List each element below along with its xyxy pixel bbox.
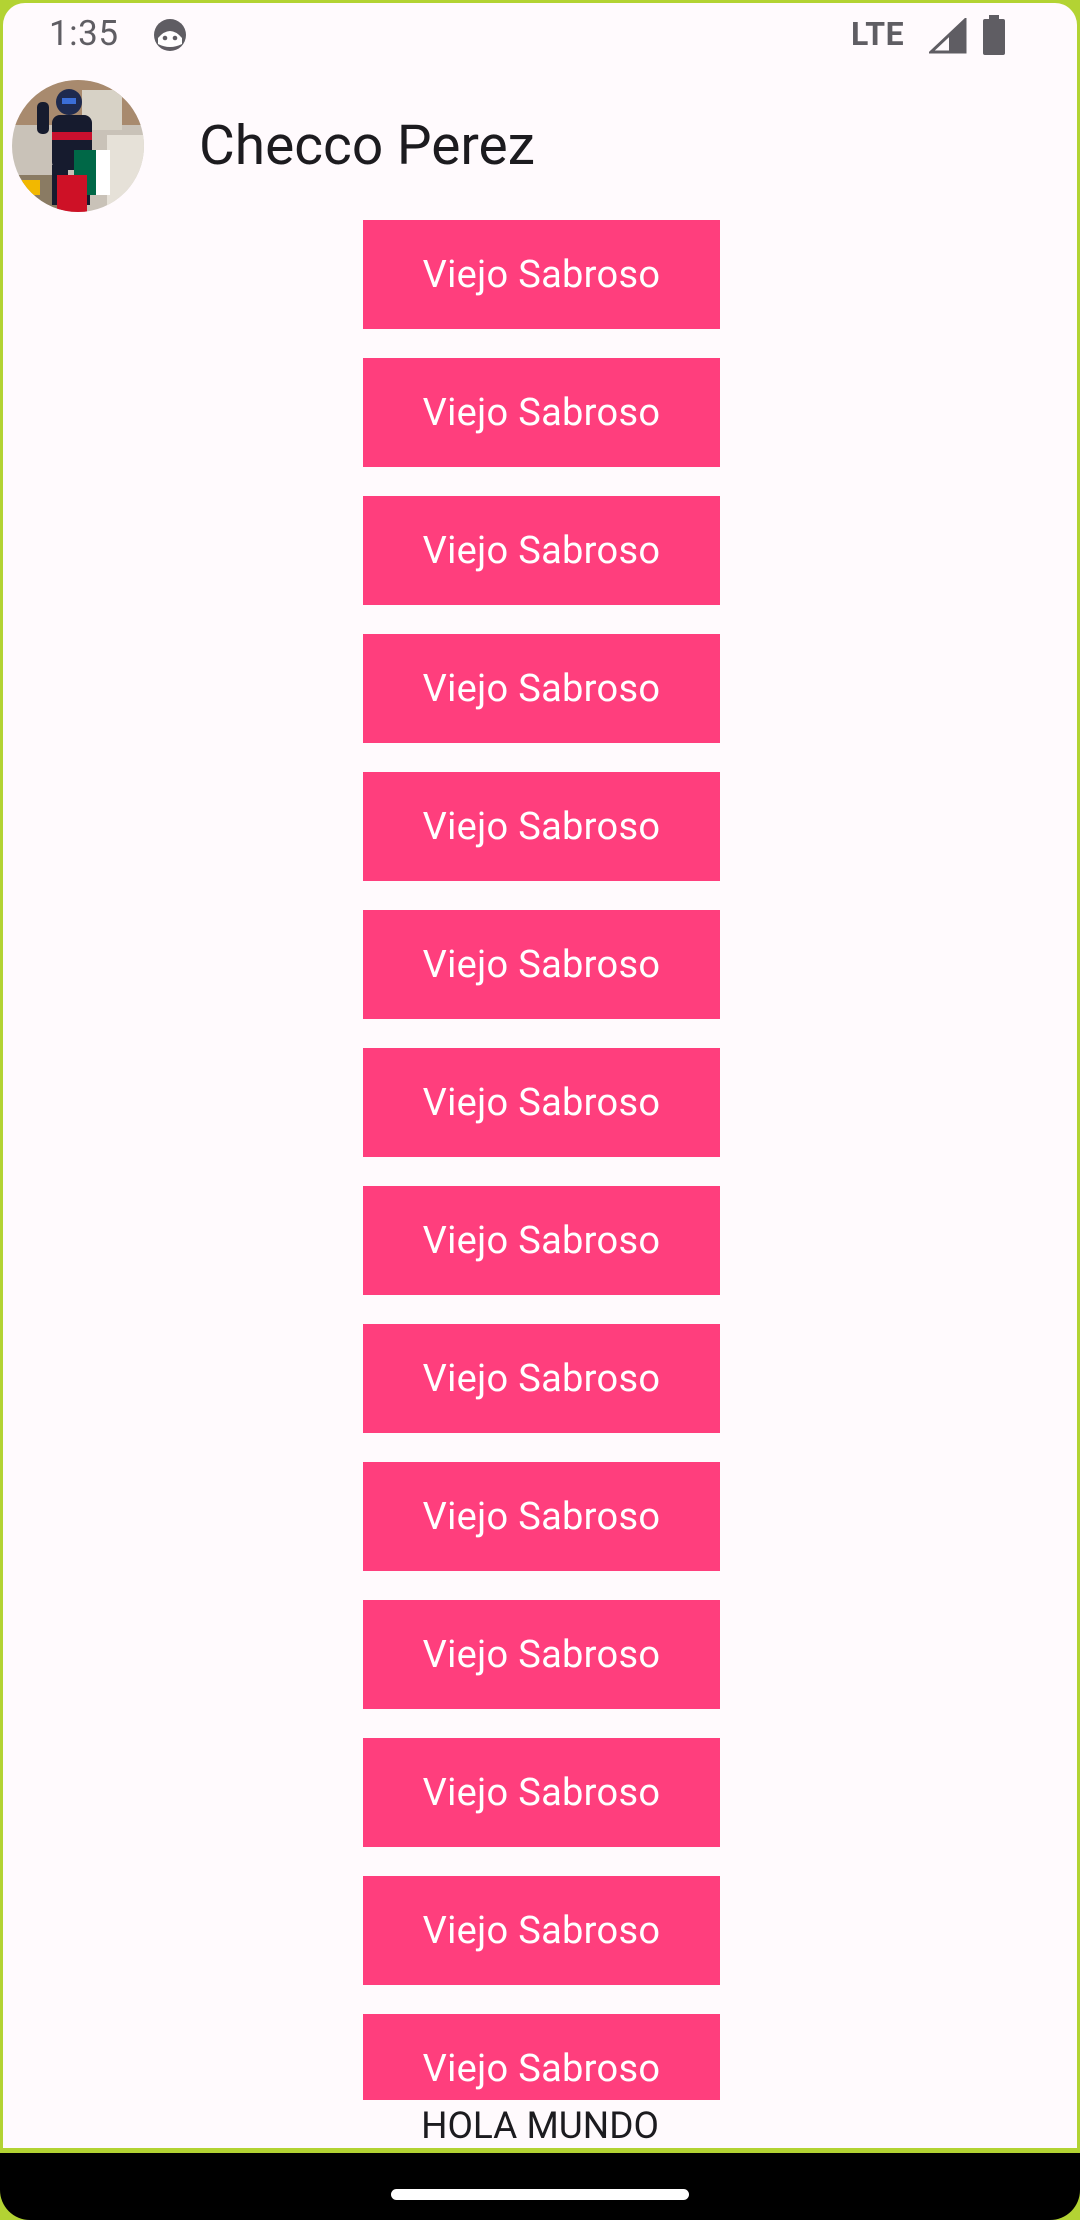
home-gesture-handle[interactable] xyxy=(391,2189,689,2200)
viejo-sabroso-button[interactable]: Viejo Sabroso xyxy=(363,496,720,605)
viejo-sabroso-button[interactable]: Viejo Sabroso xyxy=(363,1738,720,1847)
navigation-bar xyxy=(0,2153,1080,2220)
viejo-sabroso-button[interactable]: Viejo Sabroso xyxy=(363,358,720,467)
viejo-sabroso-button[interactable]: Viejo Sabroso xyxy=(363,1600,720,1709)
viejo-sabroso-button[interactable]: Viejo Sabroso xyxy=(363,1324,720,1433)
viejo-sabroso-button[interactable]: Viejo Sabroso xyxy=(363,910,720,1019)
android-face-icon xyxy=(153,18,187,52)
viejo-sabroso-button[interactable]: Viejo Sabroso xyxy=(363,2014,720,2100)
status-time: 1:35 xyxy=(49,13,119,54)
lte-indicator: LTE xyxy=(851,15,905,53)
viejo-sabroso-button[interactable]: Viejo Sabroso xyxy=(363,772,720,881)
footer-text: HOLA MUNDO xyxy=(421,2105,659,2148)
app-header: Checco Perez xyxy=(3,65,1077,215)
avatar xyxy=(12,80,144,212)
viejo-sabroso-button[interactable]: Viejo Sabroso xyxy=(363,1462,720,1571)
battery-icon xyxy=(982,15,1006,55)
app-screen: 1:35 LTE Checco Perez Viejo Sabroso Viej… xyxy=(3,3,1077,2148)
viejo-sabroso-button[interactable]: Viejo Sabroso xyxy=(363,634,720,743)
page-title: Checco Perez xyxy=(199,114,535,178)
viejo-sabroso-button[interactable]: Viejo Sabroso xyxy=(363,1048,720,1157)
viejo-sabroso-button[interactable]: Viejo Sabroso xyxy=(363,1186,720,1295)
viejo-sabroso-button[interactable]: Viejo Sabroso xyxy=(363,1876,720,1985)
cell-signal-icon xyxy=(927,16,967,54)
viejo-sabroso-button[interactable]: Viejo Sabroso xyxy=(363,220,720,329)
status-bar: 1:35 LTE xyxy=(3,3,1077,65)
button-list: Viejo Sabroso Viejo Sabroso Viejo Sabros… xyxy=(363,220,720,2100)
